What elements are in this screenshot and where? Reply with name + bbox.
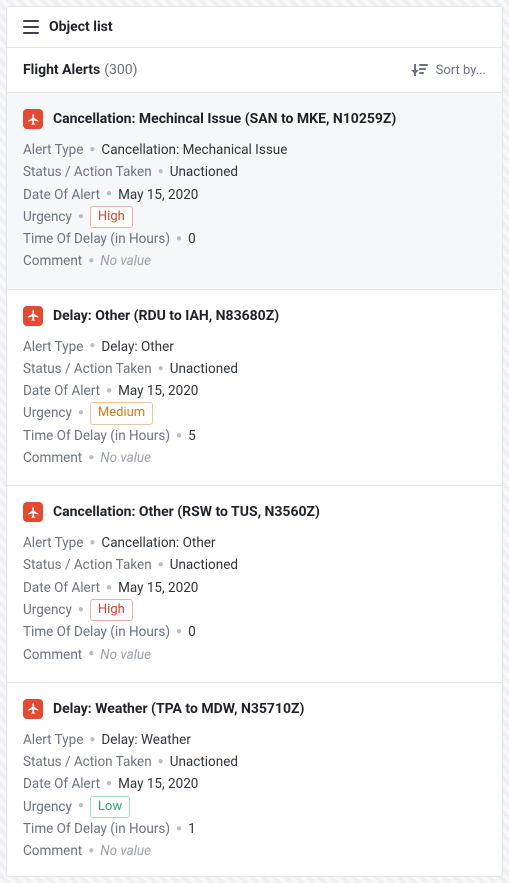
alert-list[interactable]: Cancellation: Mechincal Issue (SAN to MK…: [7, 93, 502, 876]
field-label: Time Of Delay (in Hours): [23, 621, 170, 643]
urgency-badge: High: [90, 599, 133, 621]
airplane-icon: [23, 109, 43, 129]
date-value: May 15, 2020: [118, 773, 198, 795]
field-label: Time Of Delay (in Hours): [23, 228, 170, 250]
urgency-badge: Medium: [90, 402, 153, 424]
sort-by-button[interactable]: Sort by...: [414, 63, 486, 78]
delay-value: 5: [188, 425, 196, 447]
field-label: Comment: [23, 250, 82, 272]
field-label: Urgency: [23, 796, 72, 818]
alert-title: Cancellation: Other (RSW to TUS, N3560Z): [53, 504, 320, 520]
field-comment: Comment ● No value: [23, 840, 486, 862]
field-label: Date Of Alert: [23, 577, 100, 599]
status-value: Unactioned: [170, 358, 238, 380]
airplane-icon: [23, 699, 43, 719]
delay-value: 0: [188, 621, 196, 643]
field-label: Comment: [23, 840, 82, 862]
field-label: Alert Type: [23, 139, 83, 161]
alert-card[interactable]: Delay: Weather (TPA to MDW, N35710Z) Ale…: [7, 683, 502, 876]
alert-card[interactable]: Cancellation: Mechincal Issue (SAN to MK…: [7, 93, 502, 290]
field-alert-type: Alert Type ● Cancellation: Other: [23, 532, 486, 554]
field-delay: Time Of Delay (in Hours) ● 1: [23, 818, 486, 840]
field-delay: Time Of Delay (in Hours) ● 5: [23, 425, 486, 447]
alert-type-value: Cancellation: Other: [101, 532, 215, 554]
field-status: Status / Action Taken ● Unactioned: [23, 358, 486, 380]
comment-value: No value: [100, 250, 151, 272]
field-alert-type: Alert Type ● Cancellation: Mechanical Is…: [23, 139, 486, 161]
airplane-icon: [23, 306, 43, 326]
field-status: Status / Action Taken ● Unactioned: [23, 161, 486, 183]
field-delay: Time Of Delay (in Hours) ● 0: [23, 621, 486, 643]
date-value: May 15, 2020: [118, 577, 198, 599]
field-urgency: Urgency ● High: [23, 599, 486, 621]
field-delay: Time Of Delay (in Hours) ● 0: [23, 228, 486, 250]
card-header: Delay: Weather (TPA to MDW, N35710Z): [23, 699, 486, 719]
field-label: Urgency: [23, 402, 72, 424]
field-label: Status / Action Taken: [23, 554, 152, 576]
field-label: Time Of Delay (in Hours): [23, 818, 170, 840]
panel-title: Object list: [49, 19, 113, 35]
sort-by-label: Sort by...: [436, 63, 486, 78]
field-label: Alert Type: [23, 729, 83, 751]
field-label: Date Of Alert: [23, 184, 100, 206]
urgency-badge: Low: [90, 796, 130, 818]
object-list-panel: Object list Flight Alerts (300) Sort by.…: [6, 6, 503, 877]
list-count: (300): [104, 62, 137, 78]
alert-type-value: Cancellation: Mechanical Issue: [101, 139, 287, 161]
field-status: Status / Action Taken ● Unactioned: [23, 554, 486, 576]
list-icon: [23, 20, 39, 34]
field-label: Urgency: [23, 599, 72, 621]
field-label: Urgency: [23, 206, 72, 228]
field-urgency: Urgency ● High: [23, 206, 486, 228]
status-value: Unactioned: [170, 751, 238, 773]
date-value: May 15, 2020: [118, 184, 198, 206]
alert-type-value: Delay: Weather: [101, 729, 190, 751]
field-label: Date Of Alert: [23, 380, 100, 402]
alert-type-value: Delay: Other: [101, 336, 173, 358]
urgency-badge: High: [90, 206, 133, 228]
field-label: Time Of Delay (in Hours): [23, 425, 170, 447]
field-urgency: Urgency ● Medium: [23, 402, 486, 424]
field-label: Alert Type: [23, 336, 83, 358]
comment-value: No value: [100, 644, 151, 666]
comment-value: No value: [100, 447, 151, 469]
delay-value: 1: [188, 818, 196, 840]
sort-icon: [414, 64, 428, 76]
field-label: Comment: [23, 447, 82, 469]
delay-value: 0: [188, 228, 196, 250]
status-value: Unactioned: [170, 554, 238, 576]
list-subheader: Flight Alerts (300) Sort by...: [7, 48, 502, 93]
alert-card[interactable]: Cancellation: Other (RSW to TUS, N3560Z)…: [7, 486, 502, 683]
field-comment: Comment ● No value: [23, 250, 486, 272]
card-header: Cancellation: Mechincal Issue (SAN to MK…: [23, 109, 486, 129]
date-value: May 15, 2020: [118, 380, 198, 402]
comment-value: No value: [100, 840, 151, 862]
field-status: Status / Action Taken ● Unactioned: [23, 751, 486, 773]
field-date: Date Of Alert ● May 15, 2020: [23, 184, 486, 206]
field-label: Date Of Alert: [23, 773, 100, 795]
airplane-icon: [23, 502, 43, 522]
field-comment: Comment ● No value: [23, 644, 486, 666]
alert-title: Cancellation: Mechincal Issue (SAN to MK…: [53, 111, 396, 127]
field-label: Status / Action Taken: [23, 751, 152, 773]
card-header: Cancellation: Other (RSW to TUS, N3560Z): [23, 502, 486, 522]
panel-header: Object list: [7, 7, 502, 48]
field-label: Status / Action Taken: [23, 161, 152, 183]
field-label: Alert Type: [23, 532, 83, 554]
status-value: Unactioned: [170, 161, 238, 183]
field-date: Date Of Alert ● May 15, 2020: [23, 577, 486, 599]
field-date: Date Of Alert ● May 15, 2020: [23, 380, 486, 402]
card-header: Delay: Other (RDU to IAH, N83680Z): [23, 306, 486, 326]
field-alert-type: Alert Type ● Delay: Weather: [23, 729, 486, 751]
alert-title: Delay: Other (RDU to IAH, N83680Z): [53, 308, 279, 324]
field-label: Status / Action Taken: [23, 358, 152, 380]
field-urgency: Urgency ● Low: [23, 796, 486, 818]
field-alert-type: Alert Type ● Delay: Other: [23, 336, 486, 358]
field-label: Comment: [23, 644, 82, 666]
field-date: Date Of Alert ● May 15, 2020: [23, 773, 486, 795]
list-title: Flight Alerts: [23, 62, 100, 78]
alert-card[interactable]: Delay: Other (RDU to IAH, N83680Z) Alert…: [7, 290, 502, 487]
field-comment: Comment ● No value: [23, 447, 486, 469]
alert-title: Delay: Weather (TPA to MDW, N35710Z): [53, 701, 304, 717]
